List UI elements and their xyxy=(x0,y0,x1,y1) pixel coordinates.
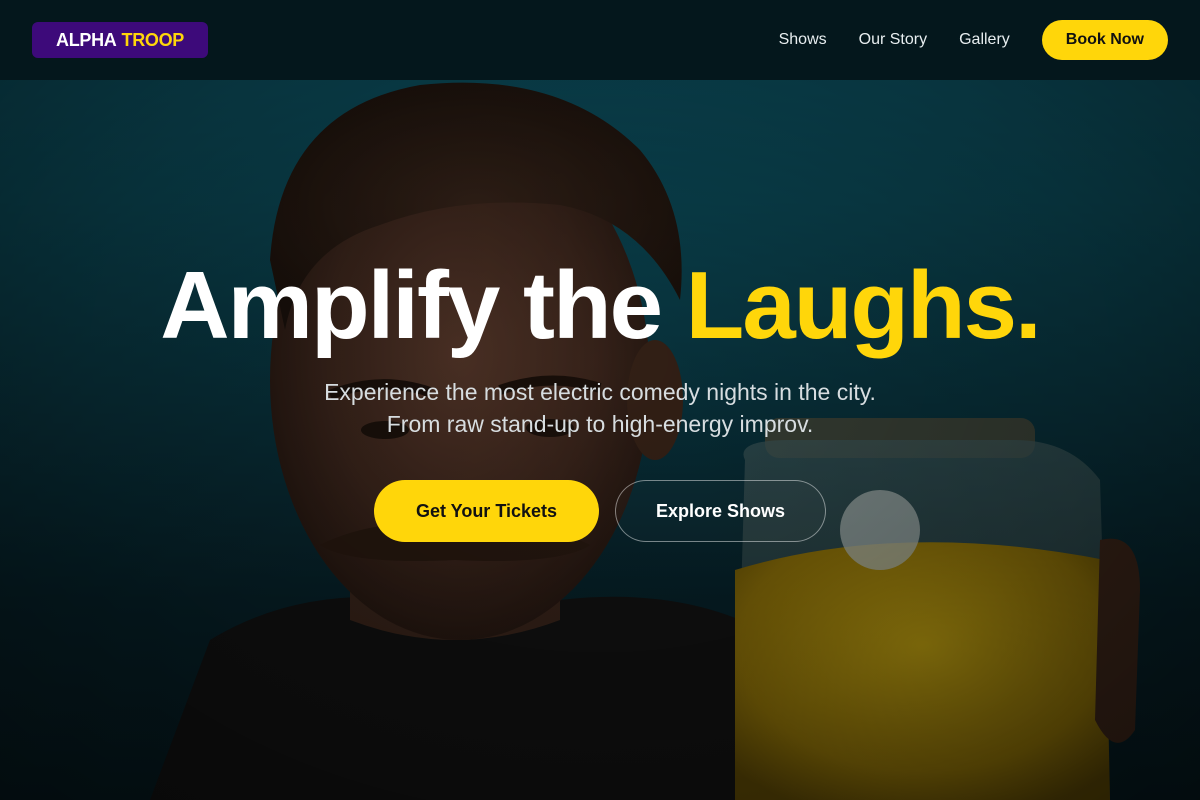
headline-accent-text: Laughs. xyxy=(685,252,1042,359)
brand-name-part1: ALPHA xyxy=(56,29,117,50)
nav-links: Shows Our Story Gallery Book Now xyxy=(747,20,1168,60)
hero-content: Amplify the Laughs. Experience the most … xyxy=(0,250,1200,542)
subtext-line-2: From raw stand-up to high-energy improv. xyxy=(386,411,814,437)
book-now-button[interactable]: Book Now xyxy=(1041,20,1168,60)
brand-logo[interactable]: ALPHA TROOP xyxy=(32,22,209,58)
brand-name-part2: TROOP xyxy=(121,29,185,50)
explore-shows-button[interactable]: Explore Shows xyxy=(615,480,826,542)
hero-cta-row: Get Your Tickets Explore Shows xyxy=(0,480,1200,542)
nav-link-shows[interactable]: Shows xyxy=(779,31,827,49)
subtext-line-1: Experience the most electric comedy nigh… xyxy=(324,379,876,405)
hero-headline: Amplify the Laughs. xyxy=(0,250,1200,362)
hero-subtext: Experience the most electric comedy nigh… xyxy=(0,376,1200,440)
top-navbar: ALPHA TROOP Shows Our Story Gallery Book… xyxy=(0,0,1200,80)
headline-text: Amplify the xyxy=(160,252,663,359)
nav-link-our-story[interactable]: Our Story xyxy=(859,31,927,49)
get-tickets-button[interactable]: Get Your Tickets xyxy=(374,480,599,542)
nav-link-gallery[interactable]: Gallery xyxy=(959,31,1010,49)
